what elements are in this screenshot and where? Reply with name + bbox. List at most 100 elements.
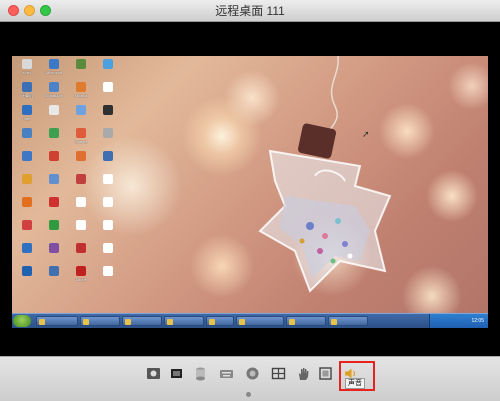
taskbar-item[interactable] — [164, 316, 204, 326]
hand-icon — [299, 368, 309, 380]
disk-button[interactable] — [192, 365, 209, 382]
desktop-shortcut-icon — [22, 243, 32, 253]
start-button[interactable] — [13, 315, 31, 327]
desktop-shortcut-icon — [76, 59, 86, 69]
desktop-shortcut-icon — [49, 243, 59, 253]
system-tray: 12:05 — [429, 314, 488, 328]
desktop-shortcut[interactable] — [14, 196, 40, 219]
window-title: 远程桌面 111 — [215, 4, 285, 18]
desktop-shortcut[interactable] — [41, 150, 67, 173]
desktop-shortcut[interactable] — [95, 196, 121, 219]
desktop-shortcut-icon — [103, 266, 113, 276]
desktop-shortcut[interactable] — [14, 127, 40, 150]
desktop-shortcut[interactable] — [41, 173, 67, 196]
desktop-shortcut[interactable] — [68, 196, 94, 219]
desktop-shortcut[interactable] — [95, 58, 121, 81]
disk-icon — [196, 367, 205, 381]
desktop-shortcut[interactable] — [41, 104, 67, 127]
remote-desktop-screen[interactable]: sorry Microsoft 计算机 SignalApp Mozilla Inte Goo… — [12, 56, 488, 328]
desktop-shortcut-label: Microsoft — [45, 70, 63, 75]
desktop-shortcut[interactable] — [41, 265, 67, 288]
fit-screen-button[interactable] — [317, 365, 334, 382]
desktop-shortcut[interactable] — [68, 242, 94, 265]
remote-desktop-window: 远程桌面 111 sorry Microsoft 计算机 SignalApp Mozil… — [0, 0, 500, 400]
desktop-shortcut[interactable]: 计算机 — [14, 81, 40, 104]
desktop-shortcut-label: sorry — [22, 70, 32, 75]
desktop-shortcut-icon — [103, 59, 113, 69]
keyboard-button[interactable] — [218, 365, 235, 382]
desktop-shortcut-label: Mozilla — [74, 93, 88, 98]
taskbar-item[interactable] — [122, 316, 162, 326]
desktop-shortcut[interactable]: Mozilla — [68, 81, 94, 104]
desktop-shortcut-icon — [22, 151, 32, 161]
desktop-shortcut[interactable] — [41, 219, 67, 242]
settings-button[interactable] — [145, 365, 162, 382]
desktop-shortcut[interactable] — [14, 173, 40, 196]
desktop-shortcut[interactable] — [68, 173, 94, 196]
desktop-shortcut[interactable]: SignalApp — [41, 81, 67, 104]
desktop-shortcut[interactable] — [95, 81, 121, 104]
desktop-shortcut-icon — [76, 243, 86, 253]
settings-icon — [147, 368, 160, 379]
desktop-shortcut[interactable] — [68, 58, 94, 81]
desktop-shortcut-icon — [76, 220, 86, 230]
taskbar-item[interactable] — [206, 316, 234, 326]
desktop-shortcut-icon — [103, 243, 113, 253]
hand-tool-button[interactable] — [295, 365, 312, 382]
desktop-shortcut-icon — [76, 105, 86, 115]
taskbar-item[interactable] — [286, 316, 326, 326]
desktop-shortcut[interactable]: sorry — [14, 58, 40, 81]
taskbar-item[interactable] — [236, 316, 284, 326]
desktop-shortcut[interactable] — [14, 219, 40, 242]
desktop-icon-grid: sorry Microsoft 计算机 SignalApp Mozilla Inte Goo… — [14, 58, 121, 288]
desktop-shortcut[interactable] — [95, 127, 121, 150]
record-button[interactable] — [244, 365, 261, 382]
desktop-shortcut[interactable]: Google — [68, 127, 94, 150]
desktop-shortcut-icon — [103, 174, 113, 184]
desktop-shortcut-icon — [76, 266, 86, 276]
desktop-shortcut[interactable] — [95, 242, 121, 265]
desktop-shortcut-icon — [49, 197, 59, 207]
desktop-shortcut[interactable]: Adobe — [68, 265, 94, 288]
desktop-shortcut-icon — [103, 220, 113, 230]
desktop-shortcut[interactable] — [41, 196, 67, 219]
desktop-shortcut[interactable] — [14, 150, 40, 173]
toolbar-indicator-dot — [246, 392, 251, 397]
desktop-shortcut-icon — [49, 105, 59, 115]
desktop-shortcut-icon — [103, 128, 113, 138]
taskbar-item[interactable] — [36, 316, 78, 326]
window-titlebar[interactable]: 远程桌面 111 — [0, 0, 500, 22]
desktop-shortcut-icon — [76, 151, 86, 161]
desktop-shortcut[interactable] — [41, 127, 67, 150]
split-view-button[interactable] — [270, 365, 287, 382]
desktop-shortcut[interactable] — [95, 104, 121, 127]
desktop-shortcut[interactable] — [68, 104, 94, 127]
desktop-shortcut-icon — [103, 82, 113, 92]
desktop-shortcut[interactable] — [95, 173, 121, 196]
desktop-shortcut[interactable] — [14, 242, 40, 265]
desktop-shortcut[interactable] — [68, 150, 94, 173]
fullscreen-button[interactable] — [168, 365, 185, 382]
desktop-shortcut[interactable] — [41, 242, 67, 265]
desktop-shortcut[interactable] — [95, 219, 121, 242]
fullscreen-icon — [171, 369, 182, 378]
desktop-shortcut[interactable] — [95, 150, 121, 173]
desktop-shortcut[interactable] — [14, 265, 40, 288]
desktop-shortcut-icon — [49, 128, 59, 138]
desktop-shortcut-icon — [76, 82, 86, 92]
desktop-shortcut-label: SignalApp — [44, 93, 64, 98]
windows-taskbar: 12:05 — [12, 313, 488, 328]
taskbar-item[interactable] — [80, 316, 120, 326]
desktop-shortcut-icon — [103, 197, 113, 207]
desktop-shortcut-icon — [49, 82, 59, 92]
desktop-shortcut[interactable] — [68, 219, 94, 242]
taskbar-clock: 12:05 — [471, 318, 484, 324]
record-icon — [246, 367, 259, 380]
desktop-shortcut[interactable]: Inte — [14, 104, 40, 127]
desktop-shortcut[interactable]: Microsoft — [41, 58, 67, 81]
desktop-shortcut-icon — [22, 128, 32, 138]
desktop-shortcut-label: Inte — [23, 116, 31, 121]
taskbar-item[interactable] — [328, 316, 368, 326]
desktop-shortcut[interactable] — [95, 265, 121, 288]
fit-screen-icon — [319, 367, 332, 380]
